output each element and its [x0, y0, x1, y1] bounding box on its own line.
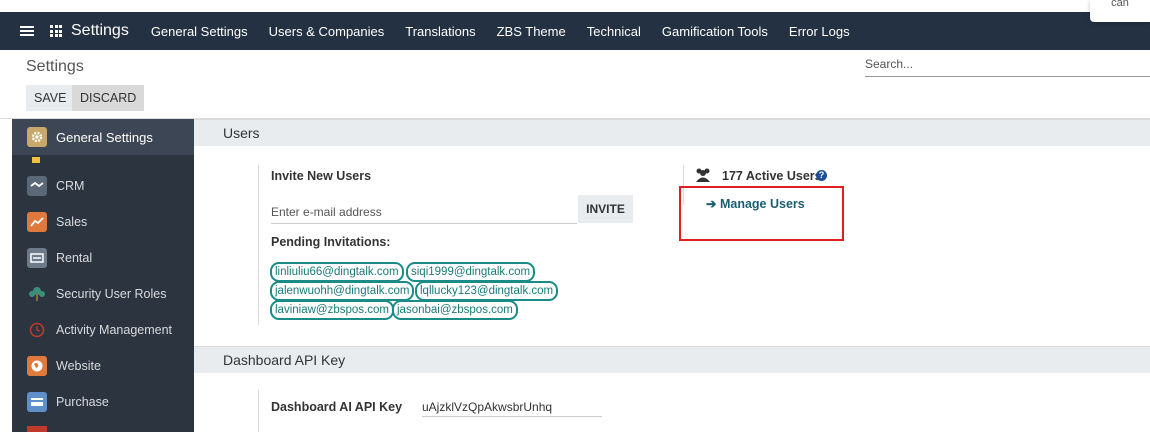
- api-section-title: Dashboard API Key: [223, 352, 346, 368]
- sidebar-item-label: Security User Roles: [56, 287, 167, 301]
- save-button[interactable]: SAVE: [26, 85, 75, 111]
- settings-sidebar: General Settings CRM Sales Rental Securi…: [12, 119, 194, 432]
- api-divider: [258, 390, 259, 432]
- search-input[interactable]: Search...: [865, 52, 1150, 77]
- invite-divider: [258, 165, 259, 325]
- tree-icon: [27, 284, 47, 304]
- pending-invitation-tag[interactable]: jalenwuohh@dingtalk.com: [270, 281, 415, 301]
- hamburger-menu-icon[interactable]: [20, 24, 34, 38]
- next-app-icon: [27, 426, 47, 432]
- small-marker-icon: [32, 157, 40, 163]
- chart-icon: [27, 212, 47, 232]
- nav-error-logs[interactable]: Error Logs: [789, 24, 850, 39]
- corner-popup: can: [1090, 0, 1150, 22]
- sidebar-item-label: Website: [56, 359, 101, 373]
- discard-button[interactable]: DISCARD: [72, 85, 145, 111]
- sidebar-item-label: Rental: [56, 251, 93, 265]
- api-key-field[interactable]: uAjzklVzQpAkwsbrUnhq: [422, 400, 602, 417]
- sidebar-item-label: General Settings: [56, 129, 153, 145]
- sidebar-item-label: Purchase: [56, 395, 109, 409]
- nav-general-settings[interactable]: General Settings: [151, 24, 248, 39]
- main-navbar: Settings General Settings Users & Compan…: [0, 12, 1150, 50]
- nav-gamification-tools[interactable]: Gamification Tools: [662, 24, 768, 39]
- nav-users-companies[interactable]: Users & Companies: [269, 24, 385, 39]
- control-panel: Settings SAVE DISCARD Search...: [0, 50, 1150, 119]
- sidebar-item-general-settings[interactable]: General Settings: [12, 119, 194, 155]
- nav-translations[interactable]: Translations: [405, 24, 475, 39]
- app-title[interactable]: Settings: [71, 22, 129, 40]
- api-section-header: Dashboard API Key: [194, 346, 1150, 373]
- gear-icon: [27, 127, 47, 147]
- sidebar-item-sales[interactable]: Sales: [12, 204, 194, 240]
- sidebar-item-activity-management[interactable]: Activity Management: [12, 312, 194, 348]
- pending-invitation-tag[interactable]: linliuliu66@dingtalk.com: [270, 262, 404, 282]
- settings-content: Users Invite New Users Enter e-mail addr…: [194, 119, 1150, 432]
- clock-icon: [27, 320, 47, 340]
- sidebar-item-label: Activity Management: [56, 323, 173, 337]
- nav-zbs-theme[interactable]: ZBS Theme: [497, 24, 566, 39]
- pending-invitations-label: Pending Invitations:: [271, 235, 391, 249]
- invite-button[interactable]: INVITE: [578, 195, 633, 223]
- sidebar-item-purchase[interactable]: Purchase: [12, 384, 194, 420]
- top-strip: [0, 0, 1150, 12]
- users-icon: [694, 167, 712, 186]
- globe-icon: [27, 356, 47, 376]
- sidebar-item-website[interactable]: Website: [12, 348, 194, 384]
- corner-popup-text: can: [1111, 0, 1129, 9]
- sidebar-item-security-user-roles[interactable]: Security User Roles: [12, 276, 194, 312]
- card-icon: [27, 392, 47, 412]
- sidebar-item-crm[interactable]: CRM: [12, 168, 194, 204]
- pending-invitation-tag[interactable]: lqllucky123@dingtalk.com: [415, 281, 559, 301]
- highlight-box: [679, 186, 844, 241]
- left-gutter: [0, 119, 12, 432]
- rental-icon: [27, 248, 47, 268]
- apps-grid-icon[interactable]: [50, 25, 62, 37]
- users-section-title: Users: [223, 125, 260, 141]
- page-title: Settings: [26, 58, 84, 75]
- pending-invitation-tag[interactable]: siqi1999@dingtalk.com: [406, 262, 536, 282]
- active-users-count: 177 Active Users: [722, 169, 822, 183]
- sidebar-item-label: CRM: [56, 179, 85, 193]
- handshake-icon: [27, 176, 47, 196]
- nav-technical[interactable]: Technical: [587, 24, 641, 39]
- api-key-label: Dashboard AI API Key: [271, 400, 403, 414]
- email-input[interactable]: Enter e-mail address: [271, 201, 577, 224]
- help-icon[interactable]: ?: [816, 170, 827, 181]
- pending-invitation-tag[interactable]: jasonbai@zbspos.com: [392, 300, 518, 320]
- invite-label: Invite New Users: [271, 169, 372, 183]
- pending-invitation-tag[interactable]: laviniaw@zbspos.com: [270, 300, 394, 320]
- sidebar-item-label: Sales: [56, 215, 88, 229]
- sidebar-item-rental[interactable]: Rental: [12, 240, 194, 276]
- users-section-header: Users: [194, 119, 1150, 146]
- nav-menu: General Settings Users & Companies Trans…: [151, 24, 871, 39]
